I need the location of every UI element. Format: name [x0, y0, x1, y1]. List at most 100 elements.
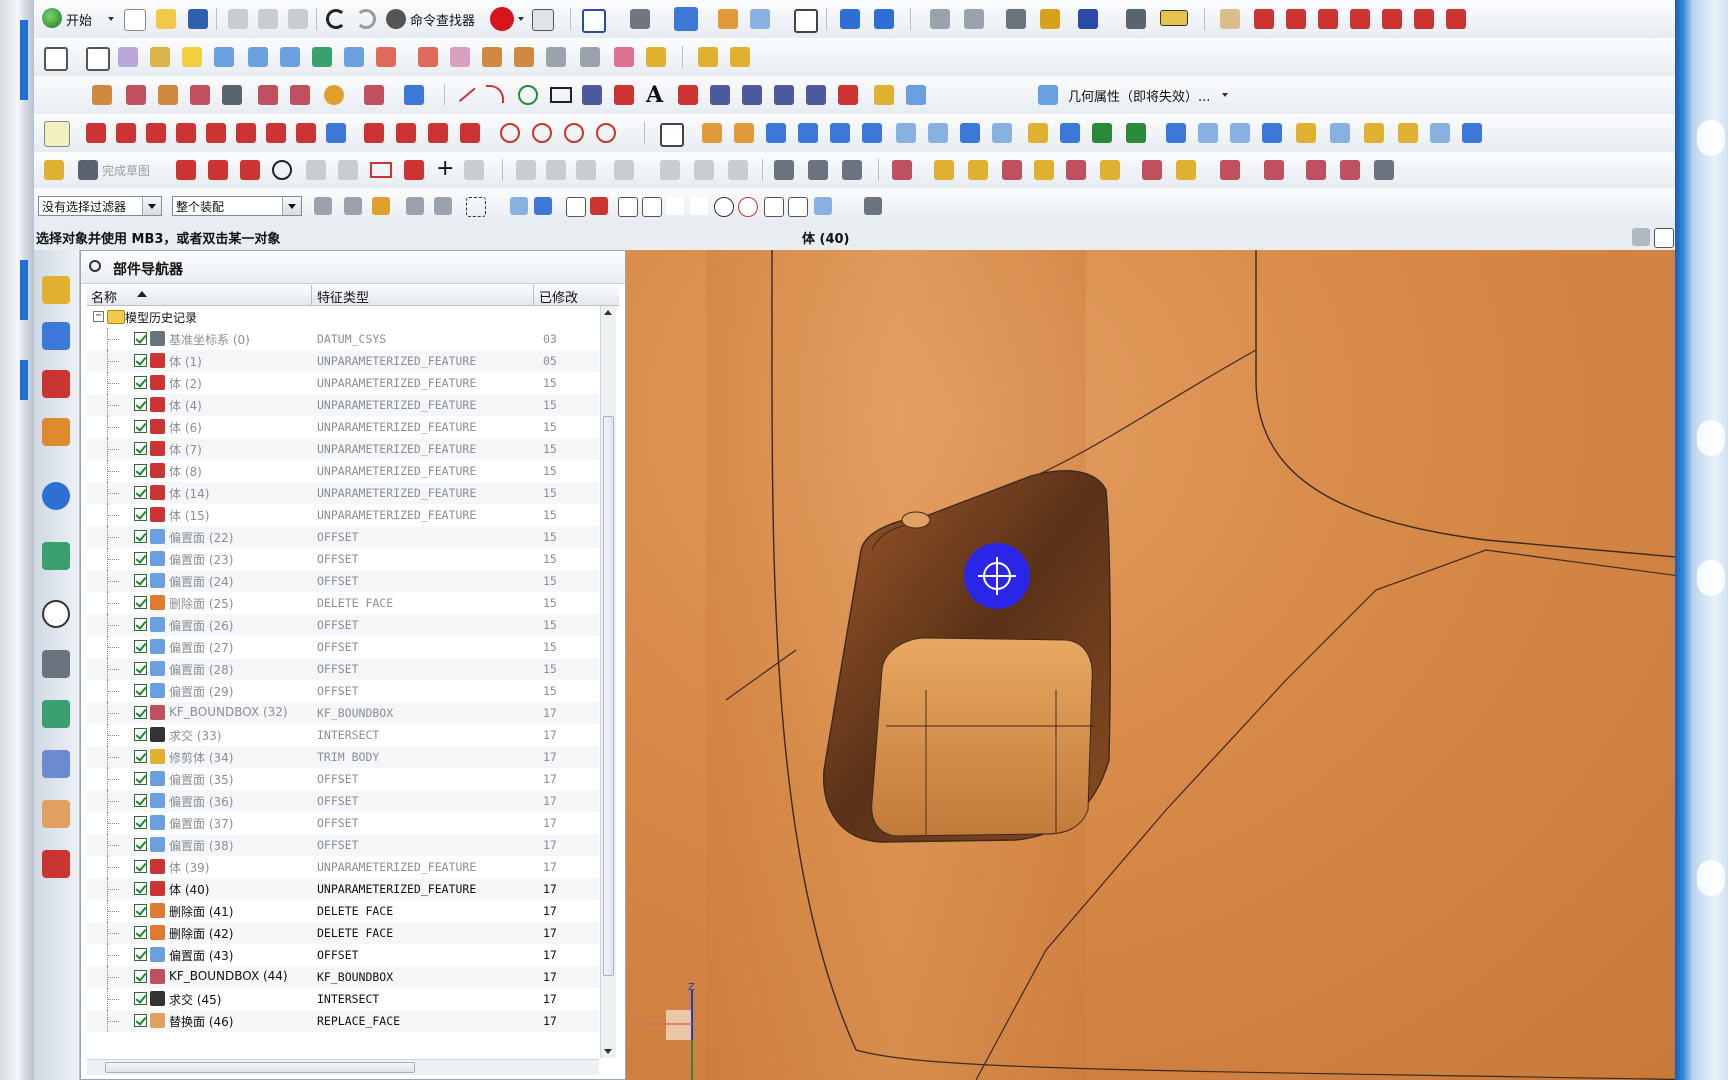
assembly-navigator-tab-icon[interactable] [42, 276, 70, 304]
chevron-down-icon[interactable] [282, 197, 301, 215]
trim-body-icon[interactable] [1262, 123, 1282, 143]
snap-bounded-grid-icon[interactable] [864, 197, 882, 215]
geometry-properties-button[interactable]: 几何属性（即将失效）... [1068, 86, 1210, 105]
datum-plane-icon[interactable] [660, 123, 684, 147]
offset-curve-icon[interactable] [678, 85, 698, 105]
feature-row[interactable]: KF_BOUNDBOX (44) KF_BOUNDBOX 17 [87, 966, 599, 988]
feature-checkbox[interactable] [134, 926, 147, 939]
replace-face-icon[interactable] [190, 85, 210, 105]
feature-checkbox[interactable] [134, 442, 147, 455]
swept-icon[interactable] [150, 47, 170, 67]
selection-filter-dropdown[interactable]: 没有选择过滤器 [38, 196, 162, 216]
curve-tool-5-icon[interactable] [1350, 9, 1370, 29]
feature-checkbox[interactable] [134, 728, 147, 741]
snap-points-icon[interactable] [590, 197, 608, 215]
mold-wizard-5-icon[interactable] [1034, 160, 1054, 180]
mold-wizard-9-icon[interactable] [1176, 160, 1196, 180]
revolve-icon[interactable] [734, 123, 754, 143]
through-mesh-icon[interactable] [280, 47, 300, 67]
groove-icon[interactable] [1060, 123, 1080, 143]
feature-checkbox[interactable] [134, 508, 147, 521]
layer-settings-icon[interactable] [794, 9, 818, 33]
offset-region-icon[interactable] [158, 85, 178, 105]
law-extension-icon[interactable] [546, 47, 566, 67]
wave-link-icon[interactable] [874, 85, 894, 105]
studio-surface-icon[interactable] [214, 47, 234, 67]
add-component-icon[interactable] [808, 160, 828, 180]
select-filter-3-icon[interactable] [372, 197, 390, 215]
intersect-icon[interactable] [1230, 123, 1250, 143]
grid-icon[interactable] [326, 123, 346, 143]
mold-wizard-8-icon[interactable] [1142, 160, 1162, 180]
feature-row[interactable]: 体 (39) UNPARAMETERIZED_FEATURE 17 [87, 856, 599, 878]
parallel-line-icon[interactable] [146, 123, 166, 143]
edge-blend-icon[interactable] [1364, 123, 1384, 143]
undo-icon[interactable] [326, 9, 346, 29]
feature-checkbox[interactable] [134, 530, 147, 543]
chamfer-curve-icon[interactable] [396, 123, 416, 143]
cone-icon[interactable] [830, 123, 850, 143]
ruler-icon[interactable] [1160, 10, 1188, 26]
measure-angle-icon[interactable] [964, 9, 984, 29]
feature-checkbox[interactable] [134, 332, 147, 345]
delete-face-icon[interactable] [258, 85, 278, 105]
snap-quadrant-icon[interactable] [738, 197, 758, 217]
command-finder-button[interactable]: 命令查找器 [410, 10, 475, 29]
feature-row[interactable]: 偏置面 (23) OFFSET 15 [87, 548, 599, 570]
curve-tool-1-icon[interactable] [1220, 9, 1240, 29]
feature-row[interactable]: 体 (1) UNPARAMETERIZED_FEATURE 05 [87, 350, 599, 372]
circle-three-point-icon[interactable] [532, 123, 552, 143]
feature-row[interactable]: 偏置面 (27) OFFSET 15 [87, 636, 599, 658]
snap-endpoint-icon[interactable] [618, 197, 638, 217]
feature-checkbox[interactable] [134, 772, 147, 785]
snap-icon[interactable] [44, 121, 70, 147]
bridge-curve-icon[interactable] [710, 85, 730, 105]
constrain-icon[interactable] [404, 85, 424, 105]
select-faces-icon[interactable] [510, 197, 528, 215]
thread-icon[interactable] [1126, 123, 1146, 143]
assembly-navigator-icon[interactable] [774, 160, 794, 180]
offset-surface-icon[interactable] [482, 47, 502, 67]
circle-tangent-icon[interactable] [564, 123, 584, 143]
subtract-icon[interactable] [1198, 123, 1218, 143]
make-coplanar-icon[interactable] [324, 85, 344, 105]
feature-checkbox[interactable] [134, 882, 147, 895]
rectangle-select-icon[interactable] [466, 197, 486, 217]
mold-wizard-2-icon[interactable] [934, 160, 954, 180]
process-studio-tab-icon[interactable] [42, 700, 70, 728]
hole-icon[interactable] [896, 123, 916, 143]
boss-icon[interactable] [928, 123, 948, 143]
snap-existing-point-icon[interactable] [764, 197, 784, 217]
feature-row[interactable]: 体 (40) UNPARAMETERIZED_FEATURE 17 [87, 878, 599, 900]
status-restore-icon[interactable] [1632, 228, 1650, 246]
section-view-icon[interactable] [1078, 9, 1098, 29]
clipping-icon[interactable] [1126, 9, 1146, 29]
feature-checkbox[interactable] [134, 640, 147, 653]
finish-sketch-icon[interactable] [78, 160, 98, 180]
feature-checkbox[interactable] [134, 376, 147, 389]
circle-center-icon[interactable] [500, 123, 520, 143]
feature-checkbox[interactable] [134, 574, 147, 587]
feature-row[interactable]: 偏置面 (38) OFFSET 17 [87, 834, 599, 856]
pull-face-icon[interactable] [126, 85, 146, 105]
mold-wizard-4-icon[interactable] [1002, 160, 1022, 180]
sketch-dimension-icon[interactable] [660, 160, 680, 180]
feature-row[interactable]: 偏置面 (28) OFFSET 15 [87, 658, 599, 680]
resize-blend-icon[interactable] [222, 85, 242, 105]
feature-checkbox[interactable] [134, 552, 147, 565]
rectangle-icon[interactable] [550, 87, 572, 103]
curve-tool-2-icon[interactable] [1254, 9, 1274, 29]
snap-intersection-icon[interactable] [690, 197, 708, 215]
spline-icon[interactable] [582, 85, 602, 105]
manufacturing-wizard-tab-icon[interactable] [42, 750, 70, 778]
text-icon[interactable]: A [646, 82, 663, 108]
feature-row[interactable]: 偏置面 (22) OFFSET 15 [87, 526, 599, 548]
conic-icon[interactable] [236, 123, 256, 143]
feature-row[interactable]: 体 (14) UNPARAMETERIZED_FEATURE 15 [87, 482, 599, 504]
profile-icon[interactable] [176, 160, 196, 180]
collapse-toggle-icon[interactable]: − [93, 311, 104, 322]
feature-checkbox[interactable] [134, 464, 147, 477]
point-icon[interactable] [614, 85, 634, 105]
sketch-fillet-icon[interactable] [306, 160, 326, 180]
trim-curve-icon[interactable] [428, 123, 448, 143]
